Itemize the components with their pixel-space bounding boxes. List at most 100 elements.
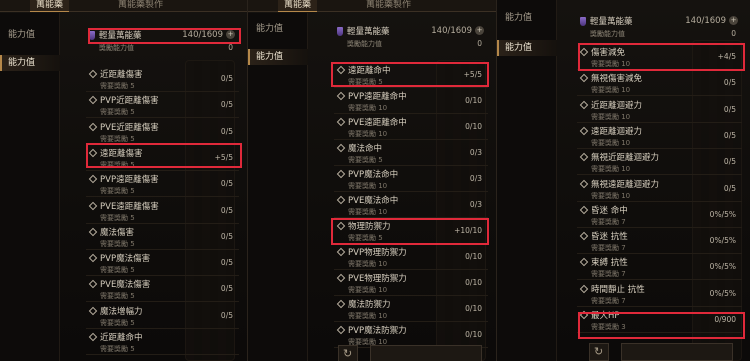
stat-name: 束縛 抗性 — [591, 258, 628, 269]
stat-name: 無視傷害減免 — [591, 74, 643, 85]
stat-value: 0/10 — [465, 122, 482, 131]
diamond-icon — [579, 126, 589, 136]
diamond-icon — [579, 179, 589, 188]
stat-row[interactable]: PVE魔法傷害 需要獎勵 5 0/5 — [86, 276, 239, 303]
stat-row[interactable]: PVP遠距離傷害 需要獎勵 5 0/5 — [86, 171, 239, 198]
stat-row[interactable]: 無視傷害減免 需要獎勵 10 0/5 — [577, 70, 742, 97]
diamond-icon — [579, 231, 589, 241]
stat-row[interactable]: PVE近距離傷害 需要獎勵 5 0/5 — [86, 119, 239, 145]
stat-row[interactable]: 遠距離迴避力 需要獎勵 10 0/5 — [577, 123, 742, 149]
stat-row[interactable]: 昏迷 命中 需要獎勵 7 0%/5% — [577, 202, 742, 228]
add-icon[interactable]: + — [475, 26, 484, 35]
stat-value: 0/5 — [723, 157, 736, 167]
stat-row[interactable]: PVE魔法命中 需要獎勵 10 0/3 — [334, 192, 488, 218]
stat-requirement: 需要獎勵 10 — [591, 138, 631, 147]
diamond-icon — [336, 169, 346, 179]
diamond-icon — [579, 258, 589, 267]
stat-row[interactable]: PVP遠距離命中 需要獎勵 10 0/10 — [334, 88, 488, 114]
sidebar-item-stats[interactable]: 能力值 — [248, 21, 308, 37]
stat-requirement: 需要獎勵 10 — [591, 165, 631, 174]
diamond-icon — [88, 96, 98, 105]
stat-requirement: 需要獎勵 5 — [100, 318, 135, 327]
tab-elixir-craft[interactable]: 萬能藥製作 — [112, 0, 169, 12]
stat-requirement: 需要獎勵 5 — [100, 82, 135, 90]
stat-row[interactable]: 近距離迴避力 需要獎勵 10 0/5 — [577, 97, 742, 123]
stat-row[interactable]: 昏迷 抗性 需要獎勵 7 0%/5% — [577, 228, 742, 255]
refresh-button[interactable]: ↻ — [589, 343, 609, 361]
potion-header: 輕量萬能藥 140/1609 + 獎勵能力值 0 — [334, 24, 488, 52]
stat-row[interactable]: PVE遠距離命中 需要獎勵 10 0/10 — [334, 114, 488, 140]
panel-right: 能力值 能力值 輕量萬能藥 140/1609 + 獎勵能力值 0 傷害減免 需要獎… — [496, 0, 750, 361]
panel-middle: 萬能藥 萬能藥製作 能力值 能力值 輕量萬能藥 140/1609 + 獎勵能力值… — [247, 0, 496, 361]
stat-row[interactable]: 無視遠距離迴避力 需要獎勵 10 0/5 — [577, 176, 742, 202]
bonus-label: 獎勵能力值 — [347, 40, 382, 48]
diamond-icon — [88, 201, 98, 210]
stat-value: 0/10 — [465, 304, 482, 313]
diamond-icon — [579, 100, 589, 109]
stat-value: 0/5 — [220, 231, 233, 241]
stat-row[interactable]: 魔法防禦力 需要獎勵 10 0/10 — [334, 296, 488, 322]
confirm-button[interactable] — [621, 343, 733, 361]
highlight-box — [578, 43, 745, 71]
stat-name: PVP魔法傷害 — [100, 254, 151, 265]
diamond-icon — [88, 227, 98, 237]
tab-elixir-craft[interactable]: 萬能藥製作 — [360, 0, 417, 12]
stat-requirement: 需要獎勵 10 — [591, 86, 631, 95]
sidebar-item-stats[interactable]: 能力值 — [497, 10, 557, 26]
potion-name: 輕量萬能藥 — [347, 27, 390, 37]
stat-value: 0/5 — [220, 126, 233, 136]
tab-elixir[interactable]: 萬能藥 — [278, 0, 318, 12]
stat-row[interactable]: PVP魔法命中 需要獎勵 10 0/3 — [334, 166, 488, 192]
stat-name: PVE魔法命中 — [348, 196, 399, 206]
stat-value: 0/5 — [220, 310, 233, 320]
stat-value: 0/10 — [465, 278, 482, 287]
diamond-icon — [579, 284, 589, 293]
stat-row[interactable]: 無視近距離迴避力 需要獎勵 10 0/5 — [577, 149, 742, 176]
stat-row[interactable]: PVP近距離傷害 需要獎勵 5 0/5 — [86, 92, 239, 119]
stat-name: PVE魔法傷害 — [100, 280, 151, 291]
stat-name: 魔法傷害 — [100, 227, 135, 238]
diamond-icon — [336, 299, 346, 309]
potion-icon — [337, 27, 343, 36]
refresh-button[interactable]: ↻ — [338, 345, 358, 361]
stat-row[interactable]: 束縛 抗性 需要獎勵 7 0%/5% — [577, 254, 742, 281]
stat-name: PVP遠距離命中 — [348, 92, 407, 102]
sidebar: 能力值 能力值 — [248, 13, 308, 361]
sidebar-item-stats-active[interactable]: 能力值 — [248, 49, 308, 65]
stat-name: PVE近距離傷害 — [100, 122, 159, 133]
stat-name: 近距離傷害 — [100, 70, 143, 80]
stat-name: PVP物理防禦力 — [348, 248, 407, 258]
stat-row[interactable]: 魔法增幅力 需要獎勵 5 0/5 — [86, 303, 239, 329]
confirm-button[interactable] — [370, 345, 482, 361]
stat-name: 無視遠距離迴避力 — [591, 179, 660, 190]
stat-row[interactable]: 時間靜止 抗性 需要獎勵 7 0%/5% — [577, 281, 742, 307]
sidebar-item-stats[interactable]: 能力值 — [0, 27, 60, 43]
stat-row[interactable]: 近距離傷害需要獎勵 5 0/5 — [86, 66, 239, 92]
stat-requirement: 需要獎勵 5 — [100, 266, 135, 275]
stat-requirement: 需要獎勵 5 — [100, 187, 135, 196]
diamond-icon — [336, 195, 346, 205]
stat-row[interactable]: PVE物理防禦力 需要獎勵 10 0/10 — [334, 270, 488, 296]
stat-requirement: 需要獎勵 7 — [591, 270, 626, 279]
panel-left: 萬能藥 萬能藥製作 能力值 能力值 輕量萬能藥 140/1609 + 獎勵能力值… — [0, 0, 247, 361]
tab-elixir[interactable]: 萬能藥 — [30, 0, 70, 12]
stat-row[interactable]: PVP物理防禦力 需要獎勵 10 0/10 — [334, 244, 488, 270]
stat-row[interactable]: 魔法傷害 需要獎勵 5 0/5 — [86, 224, 239, 250]
stat-requirement: 需要獎勵 10 — [348, 104, 388, 112]
stat-row[interactable]: PVE遠距離傷害 需要獎勵 5 0/5 — [86, 198, 239, 224]
add-icon[interactable]: + — [729, 16, 738, 25]
stat-requirement: 需要獎勵 10 — [348, 208, 388, 216]
stat-row[interactable]: 近距離命中 需要獎勵 5 — [86, 329, 239, 355]
potion-name: 輕量萬能藥 — [590, 17, 633, 27]
sidebar-item-stats-active[interactable]: 能力值 — [0, 55, 60, 71]
stat-value: 0%/5% — [709, 262, 736, 272]
tab-bar: 萬能藥 萬能藥製作 — [0, 0, 247, 12]
diamond-icon — [88, 306, 98, 315]
stat-row[interactable]: PVP魔法傷害 需要獎勵 5 0/5 — [86, 250, 239, 277]
stat-name: PVE遠距離命中 — [348, 118, 407, 128]
sidebar-item-stats-active[interactable]: 能力值 — [497, 40, 557, 56]
stat-row[interactable]: 魔法命中 需要獎勵 5 0/3 — [334, 140, 488, 166]
stat-value: 0/5 — [220, 74, 233, 83]
diamond-icon — [336, 117, 346, 127]
bonus-value: 0 — [477, 39, 482, 48]
